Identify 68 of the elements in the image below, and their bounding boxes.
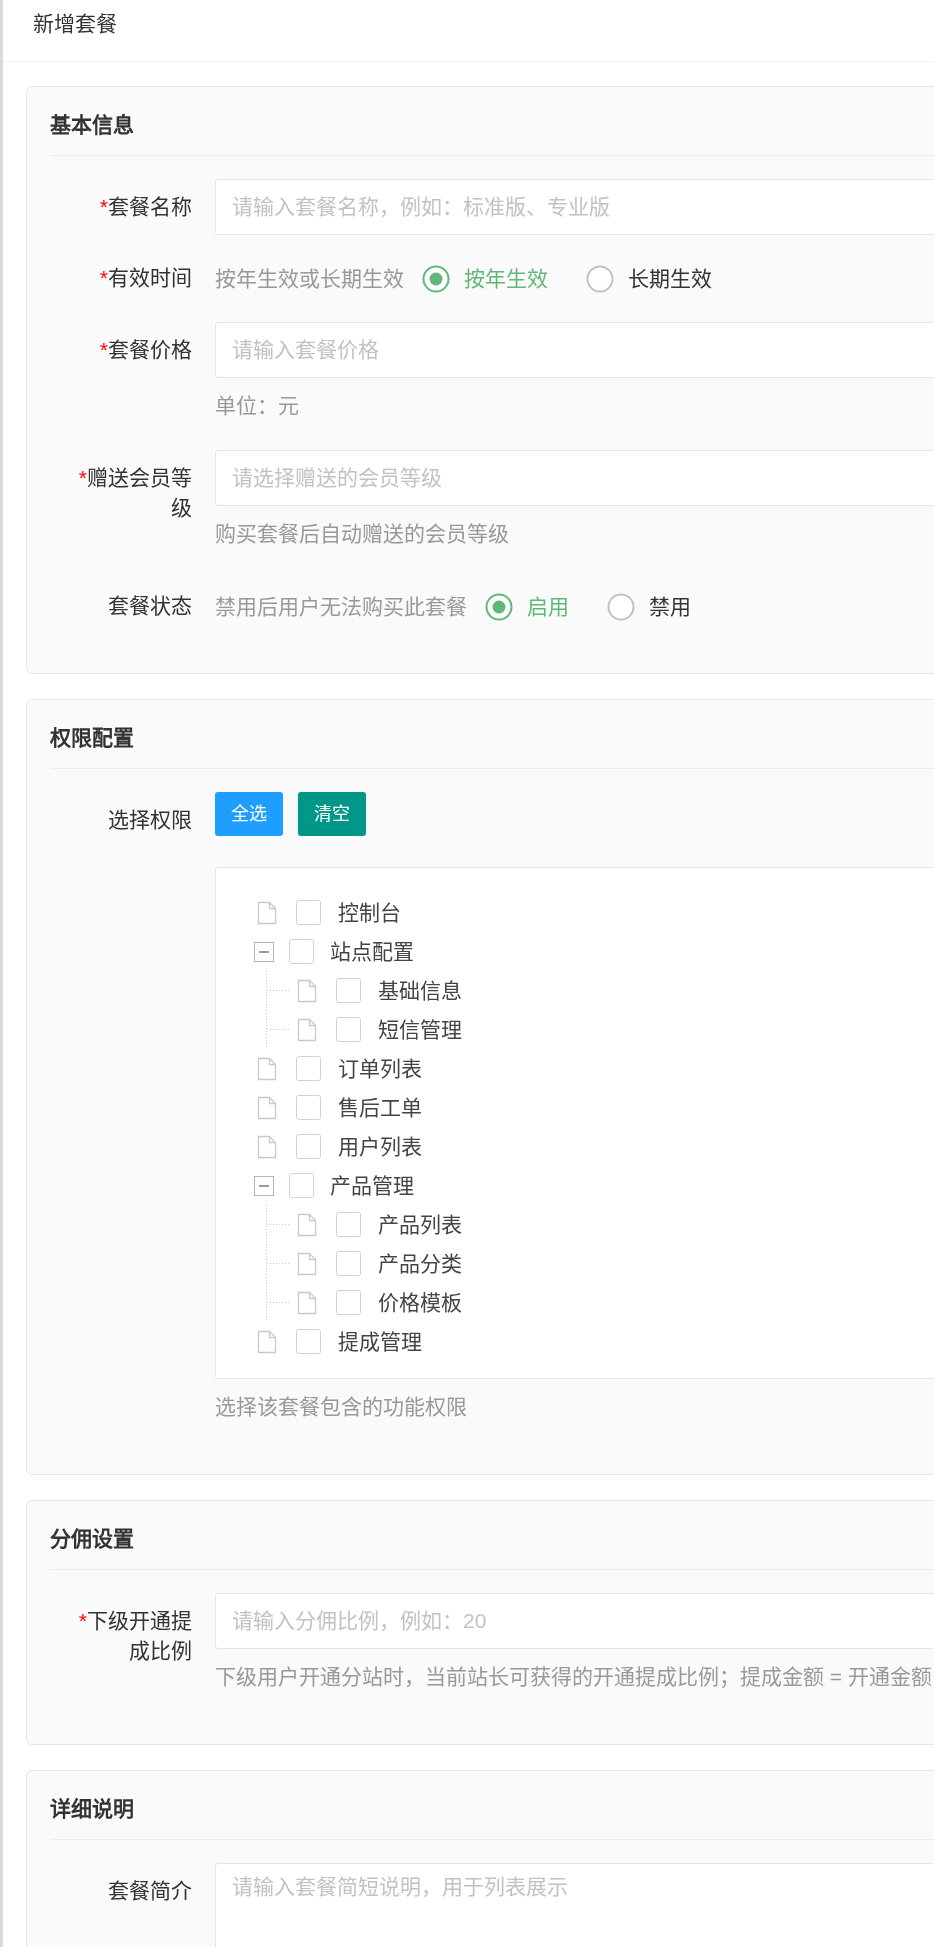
- section-title: 基本信息: [50, 112, 134, 138]
- checkbox[interactable]: [336, 1212, 361, 1237]
- tree-node-label[interactable]: 短信管理: [378, 1014, 462, 1045]
- help-text: 购买套餐后自动赠送的会员等级: [215, 521, 509, 547]
- tree-connector: [266, 971, 291, 1010]
- checkbox[interactable]: [336, 1017, 361, 1042]
- section-title: 详细说明: [50, 1796, 134, 1822]
- input-field[interactable]: 请输入套餐名称，例如：标准版、专业版: [215, 179, 934, 235]
- tree-node-label[interactable]: 产品列表: [378, 1209, 462, 1240]
- section-title: 权限配置: [50, 725, 134, 751]
- checkbox[interactable]: [296, 900, 321, 925]
- input-field[interactable]: 请选择赠送的会员等级: [215, 450, 934, 506]
- tree-node-label[interactable]: 控制台: [338, 897, 401, 928]
- page-title: 新增套餐: [33, 11, 117, 37]
- file-icon: [257, 900, 277, 925]
- radio-option[interactable]: 禁用: [607, 591, 691, 622]
- field-label: *套餐价格: [99, 337, 192, 363]
- checkbox[interactable]: [296, 1134, 321, 1159]
- tree-connector: [266, 1010, 291, 1049]
- tree-node-label[interactable]: 基础信息: [378, 975, 462, 1006]
- field-label: 选择权限: [108, 807, 192, 833]
- minus-icon[interactable]: [254, 1175, 274, 1196]
- checkbox[interactable]: [296, 1056, 321, 1081]
- input-field[interactable]: 请输入分佣比例，例如：20: [215, 1593, 934, 1649]
- input-field[interactable]: 请输入套餐价格: [215, 322, 934, 378]
- checkbox[interactable]: [336, 1290, 361, 1315]
- file-icon: [257, 1329, 277, 1354]
- checkbox[interactable]: [296, 1095, 321, 1120]
- file-icon: [257, 1095, 277, 1120]
- help-text: 单位：元: [215, 393, 299, 419]
- help-text: 选择该套餐包含的功能权限: [215, 1394, 467, 1420]
- tree-node-label[interactable]: 价格模板: [378, 1287, 462, 1318]
- file-icon: [257, 1134, 277, 1159]
- checkbox[interactable]: [336, 1251, 361, 1276]
- tree-node-label[interactable]: 站点配置: [330, 936, 414, 967]
- minus-icon[interactable]: [254, 941, 274, 962]
- hint-text: 禁用后用户无法购买此套餐: [215, 593, 467, 620]
- tree-node-label[interactable]: 提成管理: [338, 1326, 422, 1357]
- tree-connector: [266, 1283, 291, 1322]
- tree-node-label[interactable]: 产品管理: [330, 1170, 414, 1201]
- tree-node-label[interactable]: 用户列表: [338, 1131, 422, 1162]
- field-label: 套餐状态: [108, 593, 192, 619]
- radio-option[interactable]: 长期生效: [586, 263, 712, 294]
- tree-connector: [266, 1205, 291, 1244]
- file-icon: [257, 1056, 277, 1081]
- tree-node-label[interactable]: 产品分类: [378, 1248, 462, 1279]
- field-label: *下级开通提成比例: [77, 1608, 192, 1664]
- tree-connector: [266, 1244, 291, 1283]
- field-label: *赠送会员等级: [77, 465, 192, 521]
- checkbox[interactable]: [289, 1173, 314, 1198]
- section-title: 分佣设置: [50, 1526, 134, 1552]
- hint-text: 按年生效或长期生效: [215, 265, 404, 292]
- tree-node-label[interactable]: 订单列表: [338, 1053, 422, 1084]
- checkbox[interactable]: [289, 939, 314, 964]
- checkbox[interactable]: [296, 1329, 321, 1354]
- textarea-field[interactable]: 请输入套餐简短说明，用于列表展示: [215, 1863, 934, 1947]
- field-label: *有效时间: [99, 265, 192, 291]
- field-label: 套餐简介: [108, 1878, 192, 1904]
- file-icon: [297, 1251, 317, 1276]
- tree-node-label[interactable]: 售后工单: [338, 1092, 422, 1123]
- file-icon: [297, 978, 317, 1003]
- action-button[interactable]: 清空: [298, 792, 366, 836]
- help-text: 下级用户开通分站时，当前站长可获得的开通提成比例；提成金额 = 开通金额: [215, 1664, 932, 1690]
- checkbox[interactable]: [336, 978, 361, 1003]
- file-icon: [297, 1017, 317, 1042]
- field-label: *套餐名称: [99, 194, 192, 220]
- file-icon: [297, 1290, 317, 1315]
- file-icon: [297, 1212, 317, 1237]
